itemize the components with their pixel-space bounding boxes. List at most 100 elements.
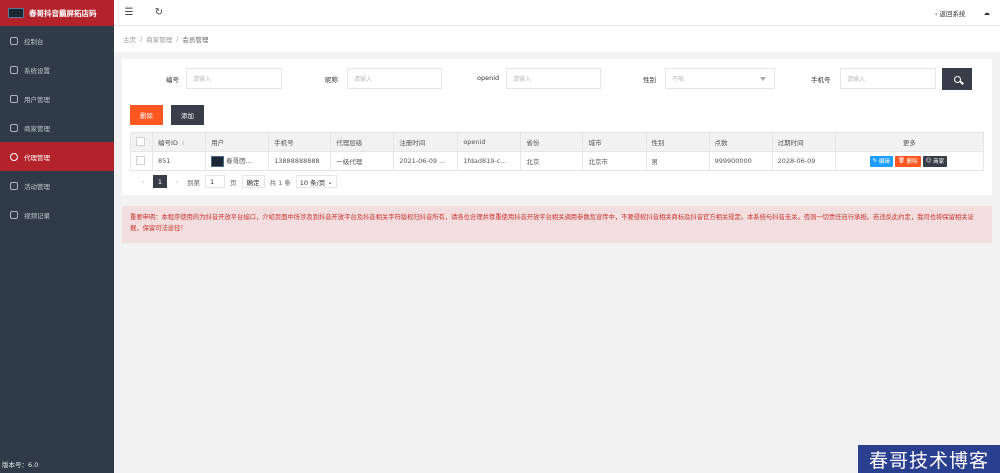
cell-province: 北京 xyxy=(520,151,584,171)
search-button[interactable] xyxy=(942,68,972,90)
checkbox-icon xyxy=(136,136,145,146)
sidebar-item-users[interactable]: 用户管理 xyxy=(0,84,114,113)
sidebar-item-videos[interactable]: 视频记录 xyxy=(0,200,114,229)
user-icon xyxy=(10,94,18,103)
search-form: 编号 请输入 昵称 请输入 openid 请输入 性别 不限 手机号 请输入 xyxy=(122,68,992,90)
goto-confirm-button[interactable]: 确定 xyxy=(241,175,265,188)
cell-level: 一级代理 xyxy=(330,151,395,171)
row-delete-button[interactable]: 🗑 删除 xyxy=(894,155,921,167)
breadcrumb: 主页 / 商家管理 / 会员管理 xyxy=(114,26,1000,52)
cell-phone: 13888888888 xyxy=(268,151,332,171)
search-label-openid: openid xyxy=(477,74,500,82)
sidebar-item-dashboard[interactable]: 控制台 xyxy=(0,26,114,55)
col-header-label: 编号ID xyxy=(158,139,178,147)
col-header-city: 城市 xyxy=(582,132,647,152)
total-count: 共 1 条 xyxy=(269,178,291,187)
edit-icon: ✎ xyxy=(872,158,878,164)
search-label-phone: 手机号 xyxy=(811,76,831,84)
smile-icon: ☺ xyxy=(925,158,932,164)
pagination: ‹ 1 › 到第 1 页 确定 共 1 条 10 条/页 ⌄ xyxy=(138,175,337,188)
checkbox-icon xyxy=(136,155,145,165)
current-page[interactable]: 1 xyxy=(153,175,167,188)
agent-table: 编号ID ⇕ 用户 手机号 代理层级 注册时间 openid 省份 城市 性别 点… xyxy=(129,132,985,171)
brand-logo xyxy=(8,8,24,18)
sort-icon[interactable]: ⇕ xyxy=(181,141,185,147)
sidebar-item-merchants[interactable]: 商家管理 xyxy=(0,113,114,142)
col-header-expire: 过期时间 xyxy=(771,132,836,152)
breadcrumb-home[interactable]: 主页 xyxy=(123,34,136,44)
cell-user: 春哥团... xyxy=(205,151,270,171)
trash-icon: 🗑 xyxy=(897,158,905,164)
goto-page-input[interactable]: 1 xyxy=(205,175,225,188)
search-label-nickname: 昵称 xyxy=(325,76,338,84)
delete-label: 删除 xyxy=(906,159,918,165)
sidebar-item-agents[interactable]: 代理管理 xyxy=(0,142,114,171)
dashboard-icon xyxy=(10,36,18,45)
sidebar-item-label: 活动管理 xyxy=(24,182,50,191)
col-header-gender: 性别 xyxy=(645,132,710,152)
shop-label: 商家 xyxy=(933,159,945,165)
cloud-icon[interactable]: ☁ xyxy=(984,9,991,17)
brand-name: 春哥抖音霸屏拓店码 xyxy=(29,8,97,18)
next-page-icon[interactable]: › xyxy=(172,178,182,186)
main-card: 编号 请输入 昵称 请输入 openid 请输入 性别 不限 手机号 请输入 删… xyxy=(122,59,992,195)
diamond-icon xyxy=(10,152,18,161)
sidebar-item-label: 系统设置 xyxy=(24,66,50,75)
col-header-more: 更多 xyxy=(834,132,985,152)
breadcrumb-sep: / xyxy=(176,35,179,43)
smile-icon xyxy=(10,123,18,132)
col-header-points: 点数 xyxy=(708,132,773,152)
col-header-openid: openid xyxy=(457,132,522,152)
search-label-gender: 性别 xyxy=(643,76,656,84)
sidebar-item-label: 视频记录 xyxy=(24,211,50,220)
gender-select[interactable]: 不限 xyxy=(665,68,775,89)
search-label-id: 编号 xyxy=(166,76,179,84)
breadcrumb-sep: / xyxy=(140,35,143,43)
table-row: 851 春哥团... 13888888888 一级代理 2021-06-09 .… xyxy=(129,151,985,171)
cell-expire: 2028-06-09 xyxy=(771,151,836,171)
back-to-system-link[interactable]: ‹ 返回系统 xyxy=(935,8,966,18)
breadcrumb-parent[interactable]: 商家管理 xyxy=(146,34,172,44)
sidebar-item-label: 代理管理 xyxy=(24,153,50,162)
search-input-phone[interactable]: 请输入 xyxy=(840,68,936,89)
col-header-id[interactable]: 编号ID ⇕ xyxy=(152,132,207,152)
col-header-reg-time: 注册时间 xyxy=(393,132,459,152)
add-button[interactable]: 添加 xyxy=(171,105,204,125)
edit-label: 编辑 xyxy=(878,159,890,165)
breadcrumb-current: 会员管理 xyxy=(182,36,209,44)
watermark: 春哥技术博客 xyxy=(858,445,1000,473)
col-header-province: 省份 xyxy=(520,132,584,152)
search-input-id[interactable]: 请输入 xyxy=(186,68,282,89)
sidebar-item-label: 用户管理 xyxy=(24,95,50,104)
cell-city: 北京市 xyxy=(582,151,647,171)
select-all-checkbox[interactable] xyxy=(129,132,154,152)
search-input-openid[interactable]: 请输入 xyxy=(506,68,601,89)
gear-icon xyxy=(10,65,18,74)
goto-label: 到第 xyxy=(187,178,200,187)
brand[interactable]: 春哥抖音霸屏拓店码 xyxy=(0,0,114,26)
col-header-user: 用户 xyxy=(205,132,270,152)
sidebar-item-settings[interactable]: 系统设置 xyxy=(0,55,114,84)
edit-button[interactable]: ✎ 编辑 xyxy=(869,155,893,167)
sidebar-item-label: 商家管理 xyxy=(24,124,50,133)
row-checkbox[interactable] xyxy=(129,151,154,171)
page-size-value: 10 条/页 xyxy=(299,178,326,187)
search-input-nickname[interactable]: 请输入 xyxy=(347,68,442,89)
delete-button[interactable]: 删除 xyxy=(130,105,163,125)
cell-id: 851 xyxy=(152,151,207,171)
prev-page-icon[interactable]: ‹ xyxy=(138,178,148,186)
cell-gender: 男 xyxy=(645,151,710,171)
topbar: ☰ ↻ ‹ 返回系统 ☁ xyxy=(114,0,1000,26)
menu-icon[interactable]: ☰ xyxy=(114,0,144,26)
video-icon xyxy=(10,210,18,219)
back-label: 返回系统 xyxy=(939,9,966,18)
refresh-icon[interactable]: ↻ xyxy=(144,0,174,26)
cell-openid: 1fdad819-c... xyxy=(457,151,522,171)
chevron-down-icon: ⌄ xyxy=(327,177,333,186)
page-size-select[interactable]: 10 条/页 ⌄ xyxy=(295,175,337,188)
col-header-phone: 手机号 xyxy=(268,132,332,152)
sidebar-item-label: 控制台 xyxy=(24,37,44,46)
user-name: 春哥团... xyxy=(226,157,252,166)
sidebar-item-activities[interactable]: 活动管理 xyxy=(0,171,114,200)
shop-button[interactable]: ☺ 商家 xyxy=(922,155,948,167)
